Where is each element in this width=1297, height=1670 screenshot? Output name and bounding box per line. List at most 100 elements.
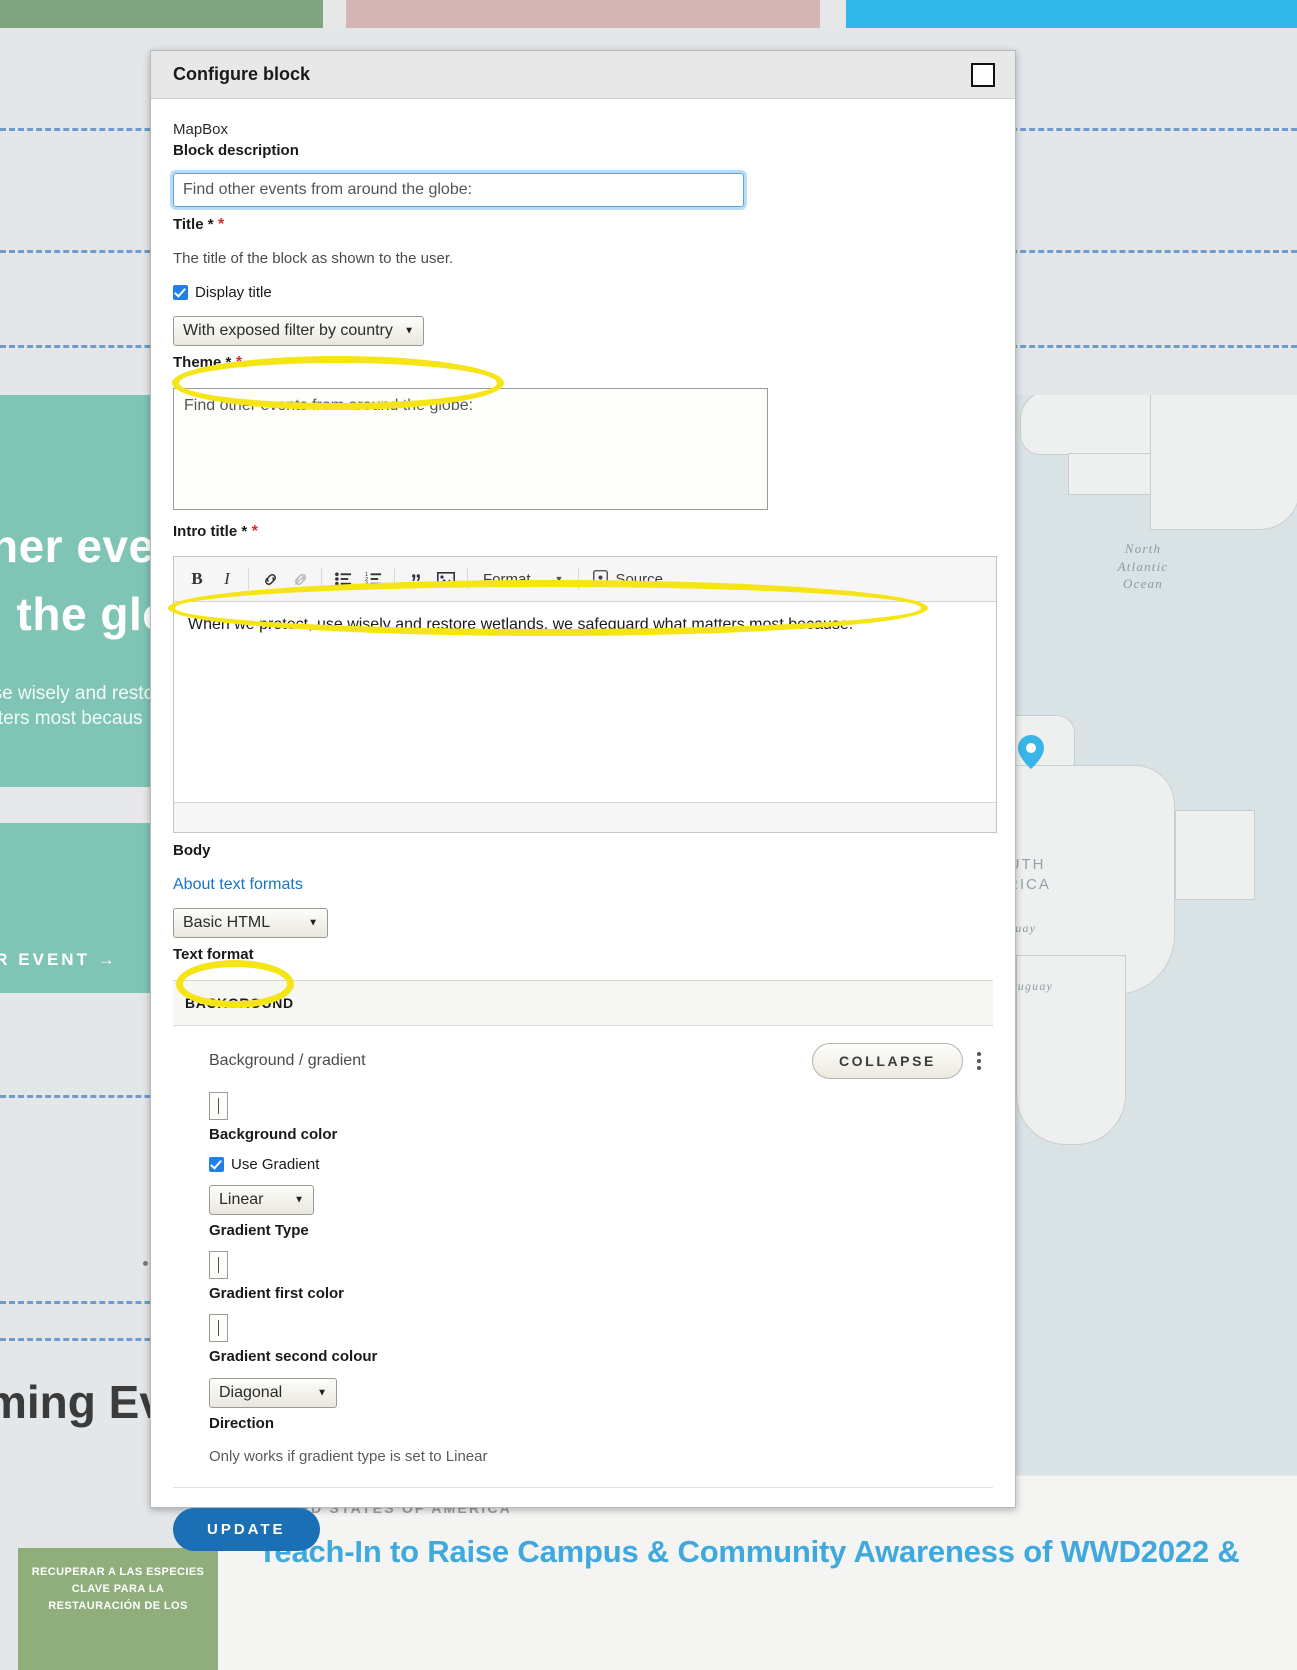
toolbar-separator bbox=[578, 568, 580, 590]
theme-label: Theme * bbox=[173, 354, 232, 371]
editor-footer bbox=[174, 802, 996, 832]
intro-title-textarea[interactable]: Find other events from around the globe: bbox=[173, 388, 768, 510]
hero-cta-button[interactable]: UR EVENT → bbox=[0, 950, 118, 970]
use-gradient-row[interactable]: Use Gradient bbox=[151, 1156, 1015, 1173]
hero-heading-line2: l the glo bbox=[0, 588, 171, 640]
title-required-asterisk: * bbox=[218, 216, 225, 233]
format-dropdown[interactable]: Format ▼ bbox=[474, 565, 572, 593]
modal-header: Configure block bbox=[151, 51, 1015, 99]
blockquote-icon[interactable]: ” bbox=[401, 564, 431, 594]
paragraph-actions: COLLAPSE bbox=[811, 1043, 989, 1079]
background-color-label: Background color bbox=[209, 1126, 338, 1143]
background-paragraph-label: Background / gradient bbox=[209, 1052, 366, 1069]
intro-title-label: Intro title * bbox=[173, 523, 248, 540]
bold-icon[interactable]: B bbox=[182, 564, 212, 594]
rich-text-editor: B I 1 2 3 ” Format ▼ Source When we prot… bbox=[173, 556, 997, 833]
toolbar-separator bbox=[321, 568, 322, 590]
toolbar-separator bbox=[467, 568, 468, 590]
block-description-group: MapBox Block description bbox=[151, 121, 1015, 159]
gradient-second-colour-group: Gradient second colour bbox=[151, 1314, 1015, 1365]
source-code-icon bbox=[593, 569, 609, 589]
link-icon[interactable] bbox=[255, 564, 285, 594]
gradient-type-select-wrapper[interactable]: Linear bbox=[209, 1185, 314, 1215]
editor-body-text: When we protect, use wisely and restore … bbox=[188, 616, 854, 633]
upcoming-events-heading: ming Ev bbox=[0, 1376, 165, 1428]
gradient-second-colour-picker[interactable] bbox=[209, 1314, 228, 1342]
gradient-first-color-label: Gradient first color bbox=[209, 1285, 345, 1302]
about-text-formats-group: About text formats bbox=[151, 876, 1015, 894]
gradient-type-select[interactable]: Linear bbox=[209, 1185, 314, 1215]
strip-blue bbox=[846, 0, 1297, 28]
strip-green bbox=[0, 0, 323, 28]
direction-label: Direction bbox=[209, 1415, 275, 1432]
body-editor-group: B I 1 2 3 ” Format ▼ Source When we prot… bbox=[151, 556, 1015, 859]
configure-block-modal: Configure block MapBox Block description… bbox=[143, 50, 1016, 1551]
hero-heading-line1: her eve bbox=[0, 520, 155, 572]
direction-help-text: Only works if gradient type is set to Li… bbox=[209, 1448, 488, 1465]
gradient-first-color-group: Gradient first color bbox=[143, 1251, 1015, 1302]
title-field-label: Title * bbox=[173, 216, 214, 233]
source-button-label: Source bbox=[615, 570, 663, 588]
use-gradient-checkbox[interactable] bbox=[209, 1157, 224, 1172]
block-description-value: MapBox bbox=[173, 121, 229, 138]
event-thumbnail[interactable]: RECUPERAR A LAS ESPECIES CLAVE PARA LA R… bbox=[18, 1548, 218, 1670]
top-color-strip bbox=[0, 0, 1297, 28]
italic-icon[interactable]: I bbox=[212, 564, 242, 594]
modal-body: MapBox Block description Title * * The t… bbox=[143, 99, 1015, 1551]
direction-select-wrapper[interactable]: Diagonal bbox=[209, 1378, 337, 1408]
gradient-first-color-picker[interactable] bbox=[209, 1251, 228, 1279]
text-format-select[interactable]: Basic HTML bbox=[173, 908, 328, 938]
theme-select-wrapper[interactable]: With exposed filter by country bbox=[173, 316, 424, 346]
background-section-header: BACKGROUND bbox=[173, 980, 993, 1026]
about-text-formats-link[interactable]: About text formats bbox=[173, 876, 303, 893]
title-field-group: Title * * The title of the block as show… bbox=[151, 170, 1015, 267]
block-description-label: Block description bbox=[173, 142, 299, 159]
gradient-type-group: Linear Gradient Type bbox=[151, 1185, 1015, 1239]
modal-divider bbox=[173, 1487, 993, 1488]
direction-select[interactable]: Diagonal bbox=[209, 1378, 337, 1408]
toolbar-separator bbox=[248, 568, 249, 590]
background-section-title: BACKGROUND bbox=[185, 995, 294, 1011]
text-format-group: Basic HTML Text format bbox=[151, 908, 1015, 963]
background-paragraph-row: Background / gradient COLLAPSE bbox=[151, 1043, 1015, 1079]
unlink-icon[interactable] bbox=[285, 564, 315, 594]
more-options-icon[interactable] bbox=[969, 1046, 989, 1076]
numbered-list-icon[interactable]: 1 2 3 bbox=[358, 564, 388, 594]
close-square-icon[interactable] bbox=[971, 62, 995, 87]
intro-title-required-asterisk: * bbox=[251, 523, 258, 540]
display-title-checkbox[interactable] bbox=[173, 285, 188, 300]
body-label: Body bbox=[173, 842, 211, 859]
map-label-uruguay: Uruguay bbox=[1002, 979, 1054, 993]
modal-title: Configure block bbox=[173, 64, 311, 84]
background-color-picker[interactable] bbox=[209, 1092, 228, 1120]
bulleted-list-icon[interactable] bbox=[328, 564, 358, 594]
theme-select[interactable]: With exposed filter by country bbox=[173, 316, 424, 346]
list-bullet-marker bbox=[143, 1261, 148, 1266]
update-button[interactable]: UPDATE bbox=[173, 1508, 320, 1551]
display-title-checkbox-row[interactable]: Display title bbox=[151, 284, 1015, 301]
map-location-pin-icon[interactable] bbox=[1018, 735, 1044, 769]
gradient-type-label: Gradient Type bbox=[209, 1222, 309, 1239]
map-label-north-atlantic: North Atlantic Ocean bbox=[1117, 541, 1169, 592]
event-thumbnail-caption: RECUPERAR A LAS ESPECIES CLAVE PARA LA R… bbox=[31, 1566, 205, 1613]
text-format-select-wrapper[interactable]: Basic HTML bbox=[173, 908, 328, 938]
editor-content-area[interactable]: When we protect, use wisely and restore … bbox=[174, 602, 996, 802]
collapse-button[interactable]: COLLAPSE bbox=[811, 1043, 963, 1079]
image-icon[interactable] bbox=[431, 564, 461, 594]
strip-pink bbox=[346, 0, 820, 28]
text-format-label: Text format bbox=[173, 946, 254, 963]
format-dropdown-label: Format bbox=[483, 570, 531, 588]
map-landmass bbox=[1150, 395, 1297, 530]
use-gradient-label: Use Gradient bbox=[231, 1156, 320, 1173]
map-landmass bbox=[1175, 810, 1255, 900]
title-input[interactable] bbox=[170, 170, 747, 210]
theme-required-asterisk: * bbox=[235, 354, 243, 371]
intro-title-group: Find other events from around the globe:… bbox=[151, 388, 1015, 541]
toolbar-separator bbox=[394, 568, 395, 590]
svg-text:3: 3 bbox=[365, 582, 368, 587]
background-color-group: Background color bbox=[151, 1092, 1015, 1143]
display-title-label: Display title bbox=[195, 284, 272, 301]
hero-sub-line2: atters most becaus bbox=[0, 708, 143, 729]
editor-toolbar: B I 1 2 3 ” Format ▼ Source bbox=[174, 557, 996, 602]
source-button[interactable]: Source bbox=[585, 569, 671, 589]
